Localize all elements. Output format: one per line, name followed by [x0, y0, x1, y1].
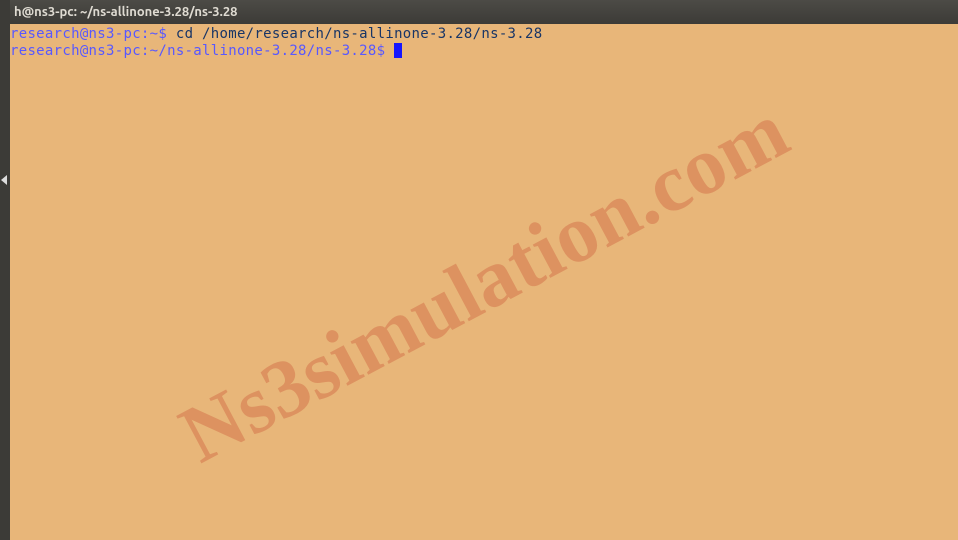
command-1: cd /home/research/ns-allinone-3.28/ns-3.… [167, 26, 542, 42]
terminal-content: research@ns3-pc:~$ cd /home/research/ns-… [10, 24, 958, 60]
terminal-cursor [394, 43, 402, 58]
command-2 [385, 43, 394, 59]
terminal-line-1: research@ns3-pc:~$ cd /home/research/ns-… [10, 26, 958, 43]
watermark-text: Ns3simulation.com [183, 117, 785, 448]
panel-arrow-icon [1, 175, 7, 185]
terminal-area[interactable]: Ns3simulation.com research@ns3-pc:~$ cd … [10, 24, 958, 540]
window-title: h@ns3-pc: ~/ns-allinone-3.28/ns-3.28 [14, 5, 238, 19]
window-left-edge [0, 0, 10, 540]
prompt-2: research@ns3-pc:~/ns-allinone-3.28/ns-3.… [10, 43, 385, 59]
terminal-line-2: research@ns3-pc:~/ns-allinone-3.28/ns-3.… [10, 43, 958, 60]
prompt-1: research@ns3-pc:~$ [10, 26, 167, 42]
window-titlebar[interactable]: h@ns3-pc: ~/ns-allinone-3.28/ns-3.28 [10, 0, 958, 24]
